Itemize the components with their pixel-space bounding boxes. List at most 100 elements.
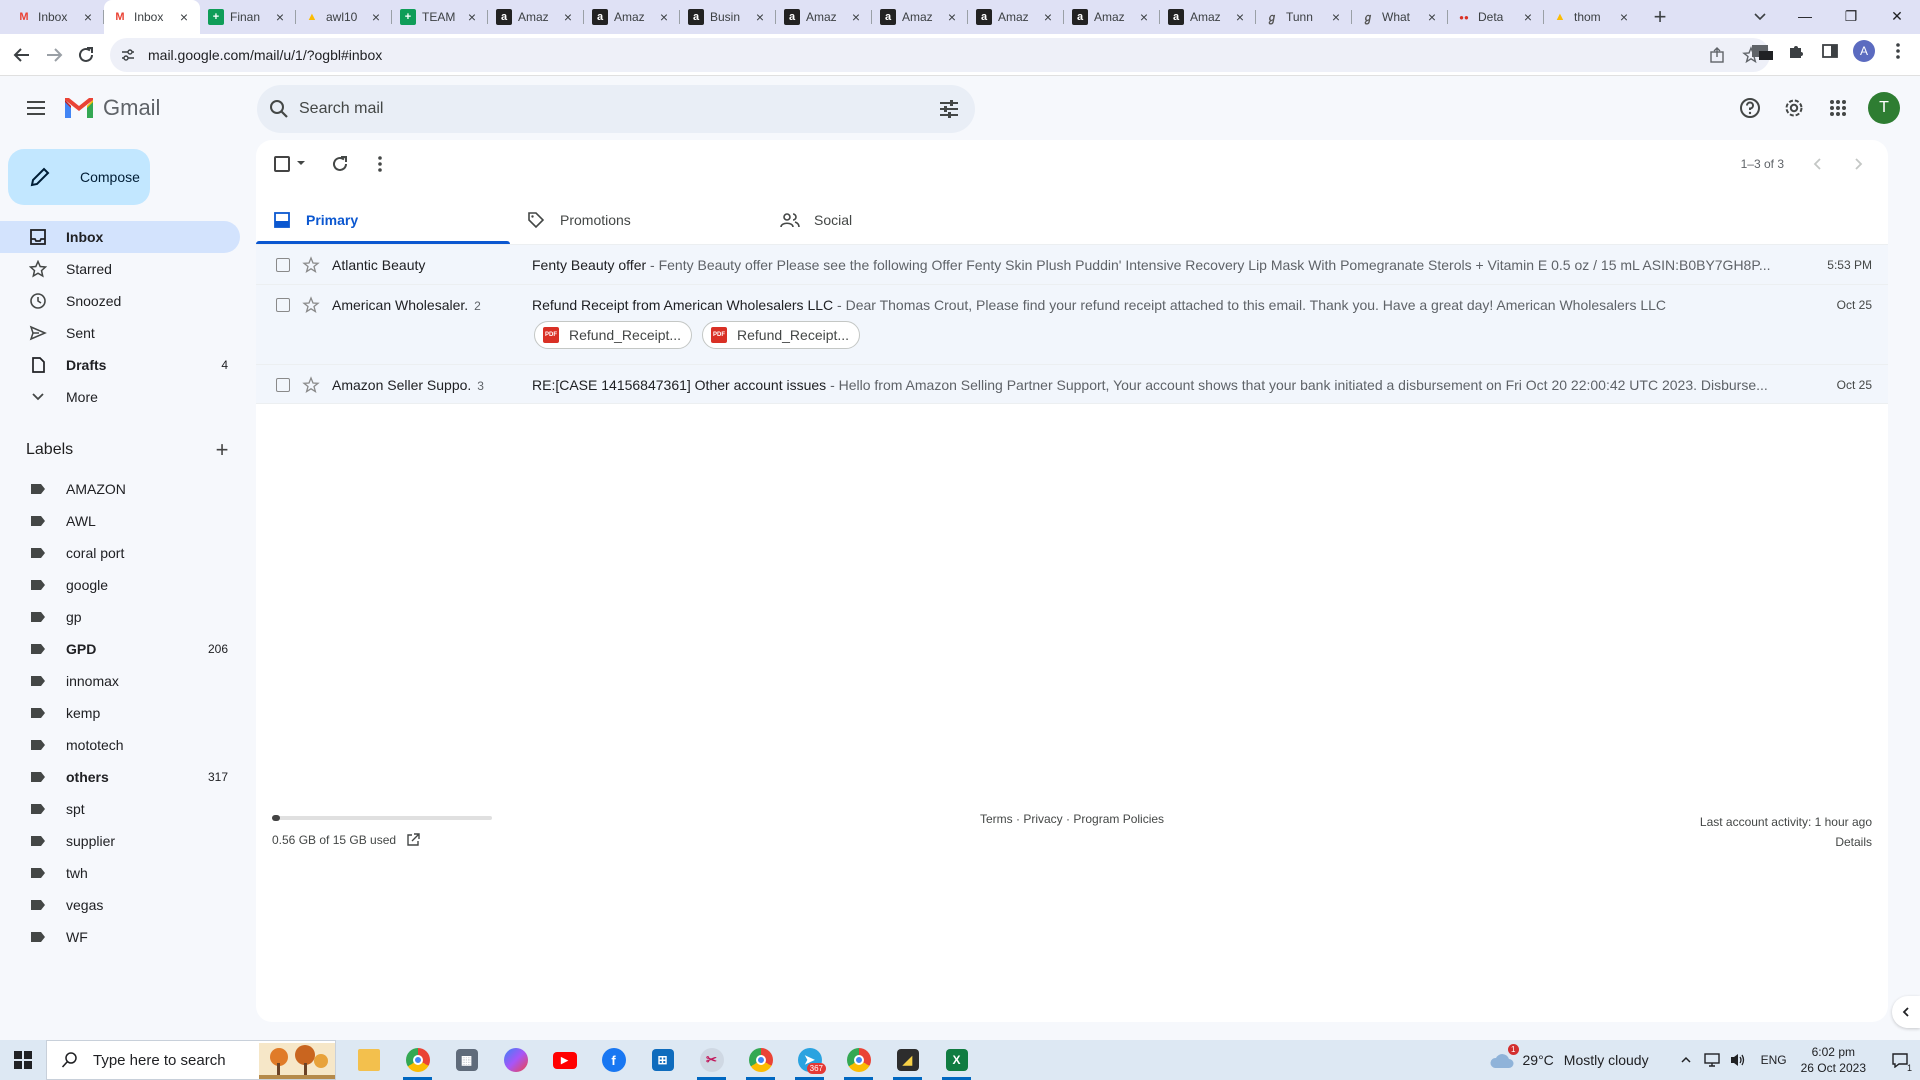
browser-tab[interactable]: a Amaz × xyxy=(1064,0,1160,34)
snipping-tool-icon[interactable]: ✂ xyxy=(687,1040,736,1080)
close-icon[interactable]: × xyxy=(176,9,192,25)
attachment-chip[interactable]: PDF Refund_Receipt... xyxy=(534,321,693,349)
label-item[interactable]: AWL xyxy=(0,505,240,537)
browser-tab[interactable]: M Inbox × xyxy=(8,0,104,34)
browser-tab[interactable]: ▲ thom × xyxy=(1544,0,1640,34)
close-icon[interactable]: × xyxy=(1328,9,1344,25)
browser-tab[interactable]: a Amaz × xyxy=(968,0,1064,34)
browser-tab[interactable]: a Amaz × xyxy=(1160,0,1256,34)
side-panel-icon[interactable] xyxy=(1818,39,1842,63)
label-item[interactable]: GPD 206 xyxy=(0,633,240,665)
facebook-icon[interactable]: f xyxy=(589,1040,638,1080)
attachment-chip[interactable]: PDF Refund_Receipt... xyxy=(702,321,861,349)
star-toggle-icon[interactable] xyxy=(302,376,320,394)
notification-center-icon[interactable]: 1 xyxy=(1880,1040,1920,1080)
chrome-profile-icon[interactable] xyxy=(393,1040,442,1080)
system-clock[interactable]: 6:02 pm 26 Oct 2023 xyxy=(1801,1044,1866,1076)
row-checkbox[interactable] xyxy=(276,298,290,312)
nav-item-starred[interactable]: Starred xyxy=(0,253,240,285)
chrome-icon[interactable] xyxy=(736,1040,785,1080)
label-item[interactable]: twh xyxy=(0,857,240,889)
label-item[interactable]: innomax xyxy=(0,665,240,697)
tab-search-icon[interactable] xyxy=(1750,6,1770,26)
nav-item-snoozed[interactable]: Snoozed xyxy=(0,285,240,317)
windows-start-icon[interactable] xyxy=(0,1040,46,1080)
telegram-icon[interactable]: ➤ 367 xyxy=(785,1040,834,1080)
excel-icon[interactable]: X xyxy=(932,1040,981,1080)
close-icon[interactable]: × xyxy=(1136,9,1152,25)
more-actions-icon[interactable] xyxy=(370,154,390,174)
search-options-icon[interactable] xyxy=(937,97,961,121)
extension-off-icon[interactable] xyxy=(1750,39,1774,63)
select-dropdown-icon[interactable] xyxy=(296,158,306,168)
row-checkbox[interactable] xyxy=(276,378,290,392)
help-icon[interactable] xyxy=(1730,88,1770,128)
search-input[interactable] xyxy=(299,85,899,133)
browser-tab[interactable]: a Amaz × xyxy=(872,0,968,34)
browser-tab[interactable]: + TEAM × xyxy=(392,0,488,34)
new-tab-button[interactable]: + xyxy=(1646,3,1674,31)
row-checkbox[interactable] xyxy=(276,258,290,272)
volume-icon[interactable] xyxy=(1727,1049,1749,1071)
apps-grid-icon[interactable] xyxy=(1818,88,1858,128)
close-icon[interactable]: × xyxy=(1424,9,1440,25)
details-link[interactable]: Details xyxy=(1700,832,1872,852)
sticky-notes-icon[interactable]: ◢ xyxy=(883,1040,932,1080)
label-item[interactable]: gp xyxy=(0,601,240,633)
close-icon[interactable]: × xyxy=(944,9,960,25)
label-item[interactable]: kemp xyxy=(0,697,240,729)
browser-tab[interactable]: a Amaz × xyxy=(776,0,872,34)
kebab-menu-icon[interactable] xyxy=(1886,39,1910,63)
side-panel-toggle[interactable] xyxy=(1892,996,1920,1028)
youtube-icon[interactable]: ▶ xyxy=(540,1040,589,1080)
restore-icon[interactable]: ❐ xyxy=(1828,0,1874,32)
close-icon[interactable]: × xyxy=(272,9,288,25)
browser-tab[interactable]: + Finan × xyxy=(200,0,296,34)
calculator-icon[interactable]: ▦ xyxy=(442,1040,491,1080)
label-item[interactable]: others 317 xyxy=(0,761,240,793)
back-icon[interactable] xyxy=(6,39,38,71)
input-language[interactable]: ENG xyxy=(1761,1053,1787,1067)
email-row[interactable]: Atlantic Beauty Fenty Beauty offer - Fen… xyxy=(256,244,1888,284)
close-icon[interactable]: × xyxy=(1520,9,1536,25)
nav-item-drafts[interactable]: Drafts 4 xyxy=(0,349,240,381)
browser-tab[interactable]: a Amaz × xyxy=(488,0,584,34)
close-icon[interactable]: × xyxy=(368,9,384,25)
close-icon[interactable]: × xyxy=(1616,9,1632,25)
site-info-icon[interactable] xyxy=(120,47,136,63)
close-window-icon[interactable]: ✕ xyxy=(1874,0,1920,32)
email-row[interactable]: Amazon Seller Suppo. 3 RE:[CASE 14156847… xyxy=(256,364,1888,404)
search-icon[interactable] xyxy=(267,97,291,121)
chevron-up-icon[interactable] xyxy=(1675,1049,1697,1071)
star-toggle-icon[interactable] xyxy=(302,296,320,314)
reload-icon[interactable] xyxy=(70,39,102,71)
network-icon[interactable] xyxy=(1701,1049,1723,1071)
nav-item-sent[interactable]: Sent xyxy=(0,317,240,349)
close-icon[interactable]: × xyxy=(848,9,864,25)
browser-tab[interactable]: ▲ awl10 × xyxy=(296,0,392,34)
address-bar[interactable]: mail.google.com/mail/u/1/?ogbl#inbox xyxy=(110,38,1770,72)
refresh-icon[interactable] xyxy=(330,154,350,174)
close-icon[interactable]: × xyxy=(1232,9,1248,25)
label-item[interactable]: spt xyxy=(0,793,240,825)
forward-icon[interactable] xyxy=(38,39,70,71)
browser-tab[interactable]: ℊ What × xyxy=(1352,0,1448,34)
browser-tab-active[interactable]: M Inbox × xyxy=(104,0,200,34)
label-item[interactable]: mototech xyxy=(0,729,240,761)
close-icon[interactable]: × xyxy=(752,9,768,25)
close-icon[interactable]: × xyxy=(464,9,480,25)
label-item[interactable]: coral port xyxy=(0,537,240,569)
label-item[interactable]: WF xyxy=(0,921,240,953)
copilot-icon[interactable] xyxy=(491,1040,540,1080)
browser-tab[interactable]: a Amaz × xyxy=(584,0,680,34)
tab-promotions[interactable]: Promotions xyxy=(510,196,764,244)
older-page-icon[interactable] xyxy=(1808,154,1828,174)
browser-tab[interactable]: ℊ Tunn × xyxy=(1256,0,1352,34)
taskbar-search[interactable]: Type here to search xyxy=(46,1040,336,1080)
account-avatar[interactable]: T xyxy=(1868,92,1900,124)
create-label-button[interactable]: + xyxy=(212,439,232,461)
nav-item-inbox[interactable]: Inbox xyxy=(0,221,240,253)
terms-link[interactable]: Terms xyxy=(980,812,1013,826)
label-item[interactable]: google xyxy=(0,569,240,601)
close-icon[interactable]: × xyxy=(1040,9,1056,25)
